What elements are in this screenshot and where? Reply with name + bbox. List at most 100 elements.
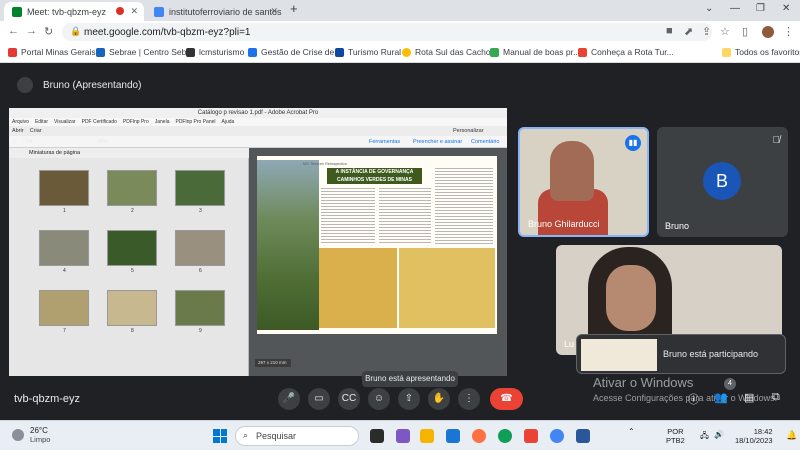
microphone-button[interactable]: 🎤 bbox=[278, 388, 300, 410]
profile-avatar[interactable] bbox=[762, 26, 774, 38]
bookmark-conheca-rota[interactable]: Conheça a Rota Tur... bbox=[578, 47, 674, 57]
thumbnail-page[interactable] bbox=[175, 230, 225, 266]
thumbnail-page[interactable] bbox=[175, 290, 225, 326]
end-call-button[interactable]: ☎ bbox=[490, 388, 523, 410]
participant-name: Lu bbox=[564, 339, 575, 349]
firefox-icon[interactable] bbox=[472, 429, 486, 443]
bookmark-star-icon[interactable]: ☆ bbox=[720, 25, 730, 38]
menu-item[interactable]: PDFlnp Pro bbox=[123, 118, 149, 126]
personalizar-button[interactable]: Personalizar bbox=[453, 126, 484, 136]
bookmark-sebrae[interactable]: Sebrae | Centro Seb... bbox=[96, 47, 193, 57]
comment-link[interactable]: Comentário bbox=[471, 139, 499, 145]
document-view[interactable]: MG: Terra em Retrospectiva A INSTÂNCIA D… bbox=[249, 148, 507, 376]
chat-icon[interactable]: ▤ bbox=[744, 391, 754, 404]
page-current[interactable]: 1 bbox=[13, 139, 16, 145]
thumbnail-page[interactable] bbox=[39, 170, 89, 206]
tab-title: institutoferroviario de santos dum bbox=[169, 6, 284, 17]
bookmark-label: Todos os favoritos bbox=[735, 47, 800, 57]
chat-app-icon[interactable] bbox=[396, 429, 410, 443]
bookmark-all-favorites[interactable]: Todos os favoritos bbox=[722, 47, 800, 57]
windows-start-icon[interactable] bbox=[213, 429, 227, 443]
meet-favicon-icon bbox=[12, 6, 22, 17]
menu-item[interactable]: Ajuda bbox=[222, 118, 235, 126]
participant-tile-bruno-ghilarducci[interactable]: ▮▮ Bruno Ghilarducci bbox=[518, 127, 649, 237]
notifications-icon[interactable]: 🔔 bbox=[786, 430, 797, 441]
menu-item[interactable]: Arquivo bbox=[12, 118, 29, 126]
menu-item[interactable]: PDFlnp Pro Panel bbox=[175, 118, 215, 126]
taskbar-search[interactable]: ⌕ Pesquisar bbox=[235, 426, 359, 446]
side-panel-icon[interactable]: ▯ bbox=[742, 25, 748, 38]
chrome-icon[interactable] bbox=[550, 429, 564, 443]
word-icon[interactable] bbox=[576, 429, 590, 443]
meeting-info-icon[interactable]: ⓘ bbox=[688, 391, 699, 407]
close-tab-icon[interactable]: ✕ bbox=[130, 6, 138, 17]
back-icon[interactable]: ← bbox=[8, 25, 19, 37]
maximize-icon[interactable]: ❐ bbox=[756, 3, 765, 14]
zoom-level[interactable]: 46% bbox=[97, 139, 108, 145]
participant-notification[interactable]: Bruno está participando bbox=[576, 334, 786, 374]
forward-icon[interactable]: → bbox=[26, 25, 37, 37]
menu-kebab-icon[interactable]: ⋮ bbox=[783, 25, 794, 38]
more-options-button[interactable]: ⋮ bbox=[458, 388, 480, 410]
bookmark-gestao-crise[interactable]: Gestão de Crise de... bbox=[248, 47, 341, 57]
volume-icon[interactable]: 🔊 bbox=[714, 430, 724, 439]
network-icon[interactable]: 🖧 bbox=[700, 430, 709, 444]
activities-icon[interactable]: ⧉ bbox=[772, 391, 780, 404]
language-indicator[interactable]: POR PTB2 bbox=[666, 427, 685, 445]
menu-item[interactable]: Janela bbox=[155, 118, 170, 126]
emoji-button[interactable]: ☺ bbox=[368, 388, 390, 410]
bookmark-label: Manual de boas pr... bbox=[503, 47, 581, 57]
tools-link[interactable]: Ferramentas bbox=[369, 139, 400, 145]
system-clock[interactable]: 18:42 18/10/2023 bbox=[735, 427, 773, 445]
address-bar[interactable]: 🔒 meet.google.com/tvb-qbzm-eyz?pli=1 bbox=[62, 23, 712, 41]
language-code: POR bbox=[667, 427, 684, 436]
reload-icon[interactable]: ↻ bbox=[44, 25, 53, 38]
thumbnail-page[interactable] bbox=[39, 290, 89, 326]
external-icon[interactable]: ⬈ bbox=[684, 25, 693, 38]
tray-chevron-icon[interactable]: ⌃ bbox=[628, 427, 635, 436]
camera-icon[interactable]: ■ bbox=[666, 25, 673, 37]
weather-widget[interactable]: 26°C Limpo bbox=[12, 426, 50, 444]
shared-screen[interactable]: Catálogo p revisao 1.pdf - Adobe Acrobat… bbox=[9, 108, 507, 376]
minimize-icon[interactable]: — bbox=[730, 3, 740, 14]
thumbnail-page[interactable] bbox=[39, 230, 89, 266]
bookmark-rota-sul[interactable]: Rota Sul das Cacho... bbox=[402, 47, 498, 57]
thumbnail-page[interactable] bbox=[107, 230, 157, 266]
thumbnail-number: 8 bbox=[131, 328, 134, 334]
bookmark-portal-minas[interactable]: Portal Minas Gerais... bbox=[8, 47, 103, 57]
presenting-toast: Bruno está apresentando bbox=[362, 371, 458, 387]
menu-item[interactable]: Visualizar bbox=[54, 118, 76, 126]
tab-search-icon[interactable]: ⌄ bbox=[705, 3, 713, 14]
camera-button[interactable]: ▭ bbox=[308, 388, 330, 410]
present-button[interactable]: ⇧ bbox=[398, 388, 420, 410]
create-button[interactable]: Criar bbox=[30, 128, 42, 134]
raise-hand-button[interactable]: ✋ bbox=[428, 388, 450, 410]
tab-instituto[interactable]: institutoferroviario de santos dum ✕ bbox=[146, 2, 284, 21]
store-icon[interactable] bbox=[446, 429, 460, 443]
people-icon[interactable]: 👥 bbox=[714, 391, 728, 404]
bookmark-manual-boas[interactable]: Manual de boas pr... bbox=[490, 47, 580, 57]
tab-meet[interactable]: Meet: tvb-qbzm-eyz ✕ bbox=[4, 2, 144, 21]
task-view-icon[interactable] bbox=[370, 429, 384, 443]
menu-item[interactable]: PDF Certificado bbox=[82, 118, 117, 126]
fill-sign-link[interactable]: Preencher e assinar bbox=[413, 139, 462, 145]
share-icon[interactable]: ⇪ bbox=[702, 25, 711, 38]
file-explorer-icon[interactable] bbox=[420, 429, 434, 443]
adobe-acrobat-icon[interactable] bbox=[524, 429, 538, 443]
edge-icon[interactable] bbox=[498, 429, 512, 443]
bookmark-lcmsturismo[interactable]: lcmsturismo bbox=[186, 47, 244, 57]
thumbnail-page[interactable] bbox=[175, 170, 225, 206]
thumbnail-page[interactable] bbox=[107, 170, 157, 206]
recording-dot-icon bbox=[116, 7, 124, 15]
thumbnail-number: 2 bbox=[131, 208, 134, 214]
participant-tile-bruno[interactable]: 🎙̸ B Bruno bbox=[657, 127, 788, 237]
new-tab-button[interactable]: + bbox=[290, 1, 298, 16]
thumbnail-page[interactable] bbox=[107, 290, 157, 326]
acrobat-menu-bar: Arquivo Editar Visualizar PDF Certificad… bbox=[9, 118, 507, 126]
menu-item[interactable]: Editar bbox=[35, 118, 48, 126]
open-button[interactable]: Abrir bbox=[12, 128, 24, 134]
bookmark-turismo-rural[interactable]: Turismo Rural bbox=[335, 47, 401, 57]
close-window-icon[interactable]: ✕ bbox=[782, 3, 790, 14]
captions-button[interactable]: CC bbox=[338, 388, 360, 410]
close-tab-icon[interactable]: ✕ bbox=[270, 6, 278, 17]
